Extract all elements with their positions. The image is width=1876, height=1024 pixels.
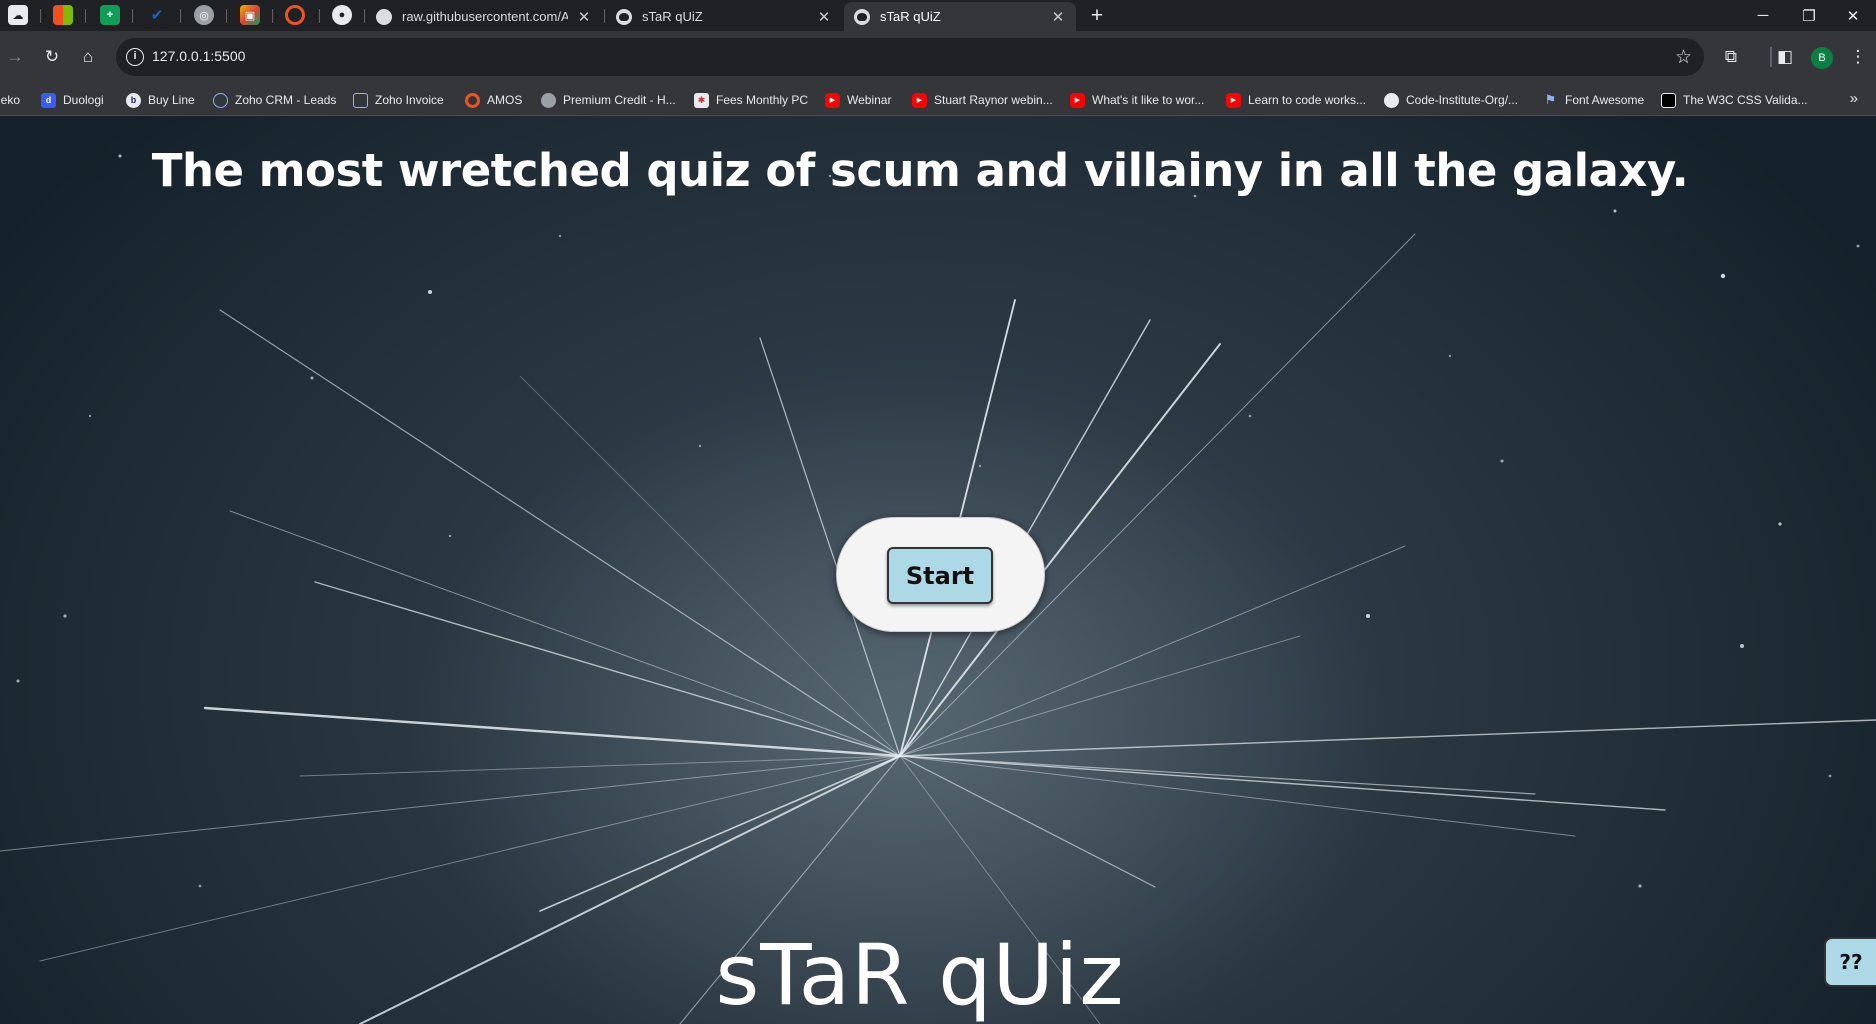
browser-toolbar: → ↻ ⌂ i 127.0.0.1:5500 ☆ ⧉ ◧ B ⋮ xyxy=(0,31,1876,84)
bookmark-label: Learn to code works... xyxy=(1248,93,1367,107)
reload-icon[interactable]: ↻ xyxy=(39,44,65,70)
bookmark-label: Zoho CRM - Leads xyxy=(235,93,337,107)
bookmark-label: Premium Credit - H... xyxy=(563,93,676,107)
site-logo-text: sTaR qUiz xyxy=(715,926,1125,1024)
side-panel-icon[interactable]: ◧ xyxy=(1772,44,1798,70)
bookmark-code-institute[interactable]: Code-Institute-Org/... xyxy=(1384,91,1518,109)
youtube-icon: ▶ xyxy=(1226,92,1241,108)
amos-icon xyxy=(465,92,480,108)
buy-line-icon: b xyxy=(126,92,141,108)
tab-star-quiz[interactable]: sTaR qUiZ ✕ xyxy=(606,2,842,31)
forward-arrow-icon[interactable]: → xyxy=(2,44,28,70)
bookmark-label: Zoho Invoice xyxy=(375,93,444,107)
close-icon[interactable]: ✕ xyxy=(1050,8,1066,26)
tab-raw-githubusercontent[interactable]: raw.githubusercontent.com/AllW ✕ xyxy=(366,2,602,31)
extensions-icon[interactable]: ⧉ xyxy=(1718,44,1744,70)
tab-title: sTaR qUiZ xyxy=(880,9,941,24)
globe-icon xyxy=(376,8,392,25)
tab-star-quiz-active[interactable]: sTaR qUiZ ✕ xyxy=(844,2,1076,31)
site-info-icon[interactable]: i xyxy=(126,48,144,66)
bookmark-learn-to-code[interactable]: ▶ Learn to code works... xyxy=(1226,91,1366,109)
bookmark-font-awesome[interactable]: ⚑ Font Awesome xyxy=(1543,91,1644,109)
pinned-tab-github-icon[interactable]: ● xyxy=(332,5,352,25)
home-icon[interactable]: ⌂ xyxy=(75,44,101,70)
pinned-tab-cloud-icon[interactable]: ☁ xyxy=(8,5,28,25)
zoho-crm-icon xyxy=(213,92,228,108)
new-tab-plus-icon[interactable]: + xyxy=(1084,3,1110,29)
youtube-icon: ▶ xyxy=(912,92,927,108)
bookmark-buy-line[interactable]: b Buy Line xyxy=(126,91,195,109)
bookmark-premium-credit[interactable]: Premium Credit - H... xyxy=(541,91,676,109)
tab-favicon-icon xyxy=(854,8,870,25)
bookmark-label: AMOS xyxy=(487,93,523,107)
pinned-tab-microsoft-icon[interactable] xyxy=(53,5,73,25)
bookmark-label: Buy Line xyxy=(148,93,195,107)
flag-icon: ⚑ xyxy=(1544,92,1557,107)
bookmark-amos[interactable]: AMOS xyxy=(465,91,522,109)
zoho-invoice-icon xyxy=(353,92,368,108)
minimize-icon[interactable]: ─ xyxy=(1740,0,1786,31)
bookmark-whats-it-like[interactable]: ▶ What's it like to wor... xyxy=(1070,91,1204,109)
pinned-tab-ring-icon[interactable] xyxy=(285,5,305,25)
start-button[interactable]: Start xyxy=(887,547,993,604)
globe-icon xyxy=(541,92,556,108)
fees-icon: ✱ xyxy=(694,92,709,108)
bookmarks-overflow-icon[interactable]: » xyxy=(1850,90,1858,107)
bookmark-label: Webinar xyxy=(847,93,892,107)
bookmarks-bar: Deko d Duologi b Buy Line Zoho CRM - Lea… xyxy=(0,84,1876,116)
close-icon[interactable]: ✕ xyxy=(576,8,592,26)
bookmark-label: What's it like to wor... xyxy=(1092,93,1205,107)
bookmark-label: Code-Institute-Org/... xyxy=(1406,93,1519,107)
w3c-icon xyxy=(1661,92,1676,108)
menu-kebab-icon[interactable]: ⋮ xyxy=(1845,44,1871,70)
bookmark-label: Stuart Raynor webin... xyxy=(934,93,1053,107)
bookmark-stuart-raynor[interactable]: ▶ Stuart Raynor webin... xyxy=(912,91,1053,109)
bookmark-duologi[interactable]: d Duologi xyxy=(41,91,104,109)
pinned-tab-app-icon[interactable]: ▣ xyxy=(240,5,260,25)
help-button[interactable]: ?? xyxy=(1824,937,1876,987)
bookmark-fees-monthly[interactable]: ✱ Fees Monthly PC xyxy=(694,91,808,109)
address-url: 127.0.0.1:5500 xyxy=(152,48,246,64)
pinned-tab-sheets-icon[interactable]: + xyxy=(100,5,120,25)
tab-strip: ☁ + ✔ ◎ ▣ ● raw.githubusercontent.com/Al… xyxy=(0,0,1876,31)
bookmark-label: Font Awesome xyxy=(1565,93,1645,107)
bookmark-zoho-invoice[interactable]: Zoho Invoice xyxy=(353,91,444,109)
tab-title: raw.githubusercontent.com/AllW xyxy=(402,9,568,24)
tab-favicon-icon xyxy=(616,8,632,25)
youtube-icon: ▶ xyxy=(825,92,840,108)
page-headline: The most wretched quiz of scum and villa… xyxy=(151,144,1689,197)
profile-avatar[interactable]: B xyxy=(1811,47,1833,69)
close-icon[interactable]: ✕ xyxy=(816,8,832,26)
bookmark-zoho-crm[interactable]: Zoho CRM - Leads xyxy=(213,91,336,109)
page-viewport: The most wretched quiz of scum and villa… xyxy=(0,116,1876,1024)
bookmark-webinar[interactable]: ▶ Webinar xyxy=(825,91,891,109)
bookmark-label: Fees Monthly PC xyxy=(716,93,809,107)
tab-title: sTaR qUiZ xyxy=(642,9,703,24)
bookmark-deko[interactable]: Deko xyxy=(0,91,20,109)
bookmark-star-icon[interactable]: ☆ xyxy=(1675,46,1692,69)
pinned-tab-globe-icon[interactable]: ◎ xyxy=(194,5,214,25)
youtube-icon: ▶ xyxy=(1070,92,1085,108)
bookmark-label: The W3C CSS Valida... xyxy=(1683,93,1808,107)
duologi-icon: d xyxy=(41,92,56,108)
bookmark-label: Deko xyxy=(0,93,21,107)
address-bar[interactable]: i 127.0.0.1:5500 ☆ xyxy=(116,38,1704,76)
bookmark-w3c-css[interactable]: The W3C CSS Valida... xyxy=(1661,91,1808,109)
pinned-tab-checkmark-icon[interactable]: ✔ xyxy=(147,5,167,25)
window-close-icon[interactable]: ✕ xyxy=(1830,0,1876,31)
github-icon xyxy=(1384,92,1399,108)
restore-icon[interactable]: ❐ xyxy=(1786,0,1832,31)
bookmark-label: Duologi xyxy=(63,93,104,107)
